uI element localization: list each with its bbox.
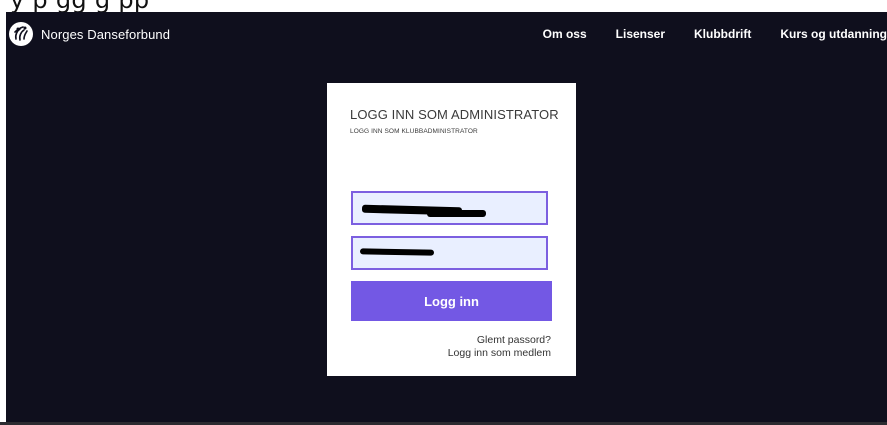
top-navbar: Norges Danseforbund Om oss Lisenser Klub… [6,12,887,60]
brand-name: Norges Danseforbund [41,26,171,42]
page-frame: Norges Danseforbund Om oss Lisenser Klub… [6,12,887,422]
member-login-link[interactable]: Logg inn som medlem [448,347,551,360]
brand[interactable]: Norges Danseforbund [9,22,170,46]
username-field[interactable] [351,191,548,225]
login-button[interactable]: Logg inn [351,281,552,321]
dancers-logo-icon [9,22,33,46]
nav-lisenser[interactable]: Lisenser [616,27,665,41]
cropped-caption-text: y p gg g pp [10,0,149,12]
nav-kurs-og-utdanning[interactable]: Kurs og utdanning [780,27,887,41]
login-card: LOGG INN SOM ADMINISTRATOR LOGG INN SOM … [327,83,576,376]
login-links: Glemt passord? Logg inn som medlem [448,334,551,360]
forgot-password-link[interactable]: Glemt passord? [448,334,551,347]
password-field[interactable] [351,236,548,270]
nav-om-oss[interactable]: Om oss [543,27,587,41]
main-nav: Om oss Lisenser Klubbdrift Kurs og utdan… [514,27,887,41]
login-subtitle: LOGG INN SOM KLUBBADMINISTRATOR [350,128,478,135]
nav-klubbdrift[interactable]: Klubbdrift [694,27,751,41]
login-title: LOGG INN SOM ADMINISTRATOR [350,107,559,122]
top-cropped-strip: y p gg g pp [0,0,887,12]
